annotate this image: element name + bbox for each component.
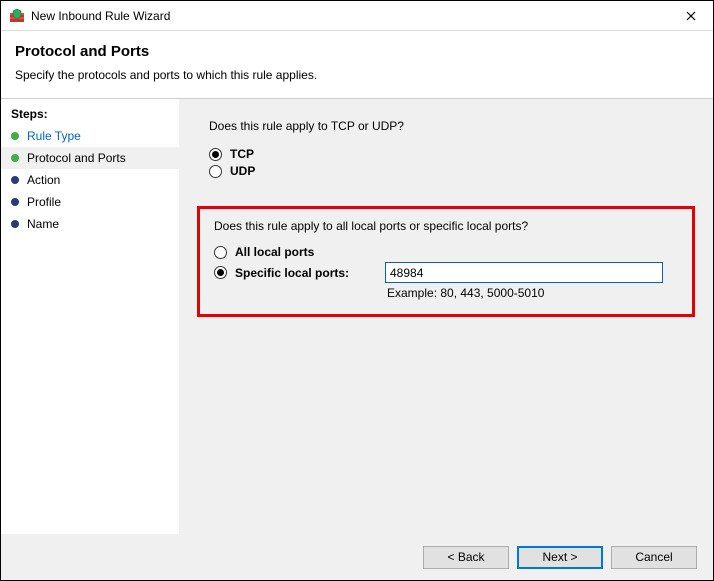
radio-icon	[209, 165, 222, 178]
radio-label: TCP	[230, 147, 254, 161]
step-bullet-icon	[11, 132, 19, 140]
step-bullet-icon	[11, 176, 19, 184]
question-protocol: Does this rule apply to TCP or UDP?	[209, 119, 695, 133]
main-panel: Does this rule apply to TCP or UDP? TCP …	[179, 99, 713, 534]
firewall-icon	[9, 8, 25, 24]
radio-specific-local-ports[interactable]: Specific local ports:	[214, 262, 680, 283]
step-label: Profile	[27, 195, 61, 209]
step-name[interactable]: Name	[1, 213, 179, 235]
highlight-box: Does this rule apply to all local ports …	[197, 206, 695, 317]
page-title: Protocol and Ports	[15, 43, 699, 60]
titlebar: New Inbound Rule Wizard	[1, 1, 713, 31]
cancel-button[interactable]: Cancel	[611, 546, 697, 569]
step-protocol-ports[interactable]: Protocol and Ports	[1, 147, 179, 169]
wizard-header: Protocol and Ports Specify the protocols…	[1, 31, 713, 98]
radio-icon	[214, 246, 227, 259]
page-subtitle: Specify the protocols and ports to which…	[15, 68, 699, 82]
content-area: Steps: Rule Type Protocol and Ports Acti…	[1, 98, 713, 534]
radio-icon	[214, 266, 227, 279]
radio-label: Specific local ports:	[235, 266, 385, 280]
next-button[interactable]: Next >	[517, 546, 603, 569]
step-rule-type[interactable]: Rule Type	[1, 125, 179, 147]
radio-all-local-ports[interactable]: All local ports	[214, 245, 680, 259]
radio-icon	[209, 148, 222, 161]
steps-heading: Steps:	[1, 107, 179, 125]
radio-label: UDP	[230, 164, 255, 178]
specific-ports-input[interactable]	[385, 262, 663, 283]
wizard-window: New Inbound Rule Wizard Protocol and Por…	[0, 0, 714, 581]
step-profile[interactable]: Profile	[1, 191, 179, 213]
radio-label: All local ports	[235, 245, 314, 259]
step-bullet-icon	[11, 154, 19, 162]
window-title: New Inbound Rule Wizard	[31, 9, 669, 23]
step-bullet-icon	[11, 220, 19, 228]
step-link-label[interactable]: Rule Type	[27, 129, 81, 143]
step-action[interactable]: Action	[1, 169, 179, 191]
radio-tcp[interactable]: TCP	[209, 147, 695, 161]
ports-example-text: Example: 80, 443, 5000-5010	[387, 286, 680, 300]
radio-udp[interactable]: UDP	[209, 164, 695, 178]
step-label: Action	[27, 173, 60, 187]
wizard-footer: < Back Next > Cancel	[1, 534, 713, 580]
back-button[interactable]: < Back	[423, 546, 509, 569]
steps-sidebar: Steps: Rule Type Protocol and Ports Acti…	[1, 99, 179, 534]
close-button[interactable]	[669, 1, 713, 31]
question-ports: Does this rule apply to all local ports …	[214, 219, 680, 233]
step-label: Protocol and Ports	[27, 151, 126, 165]
step-bullet-icon	[11, 198, 19, 206]
step-label: Name	[27, 217, 59, 231]
